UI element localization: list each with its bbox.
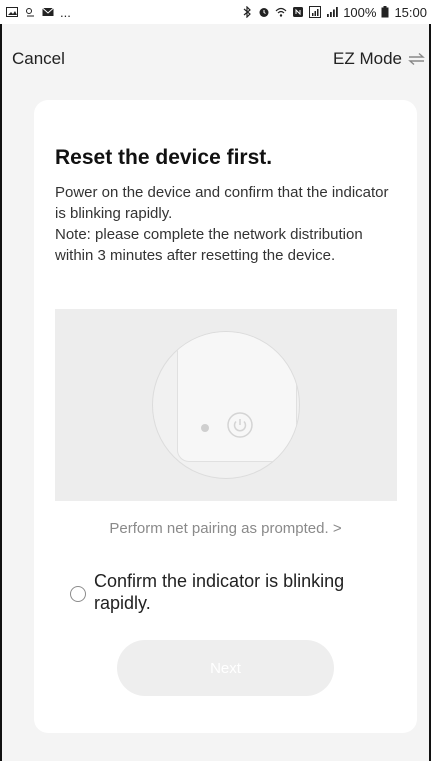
cancel-button[interactable]: Cancel: [12, 49, 65, 69]
ez-mode-switch[interactable]: EZ Mode: [333, 49, 425, 69]
device-illustration: [55, 309, 397, 501]
page-title: Reset the device first.: [55, 146, 273, 169]
image-icon: [6, 7, 18, 17]
battery-percent: 100%: [343, 4, 377, 20]
alarm-icon: [259, 8, 269, 17]
signal-icon: [327, 7, 339, 17]
swap-icon: [408, 52, 425, 66]
device-illustration-circle: [152, 331, 300, 479]
confirm-radio-button[interactable]: [70, 586, 86, 602]
device-icon: [177, 332, 297, 462]
clock: 15:00: [394, 4, 427, 20]
bluetooth-icon: [243, 6, 252, 18]
power-icon: [227, 412, 253, 438]
next-button[interactable]: Next: [117, 640, 334, 696]
confirm-indicator-label: Confirm the indicator is blinking rapidl…: [94, 571, 345, 613]
mail-icon: [42, 7, 54, 16]
signal-icon: [309, 6, 322, 18]
status-left-ellipsis: ...: [60, 4, 71, 20]
confirm-indicator-option[interactable]: Confirm the indicator is blinking rapidl…: [70, 570, 364, 614]
net-pairing-prompt-link[interactable]: Perform net pairing as prompted. >: [34, 520, 417, 537]
wifi-icon: [275, 7, 287, 17]
frame-border-left: [0, 0, 2, 761]
instruction-text: Power on the device and confirm that the…: [55, 184, 389, 264]
weather-icon: [26, 8, 34, 17]
header: Cancel EZ Mode: [0, 24, 431, 94]
mode-label: EZ Mode: [333, 49, 402, 68]
battery-icon: [381, 6, 389, 18]
status-bar: ... 100% 15:00: [0, 0, 431, 24]
indicator-light-icon: [201, 424, 209, 432]
reset-instructions-card: Reset the device first. Power on the dev…: [34, 100, 417, 733]
nfc-icon: [293, 7, 304, 17]
